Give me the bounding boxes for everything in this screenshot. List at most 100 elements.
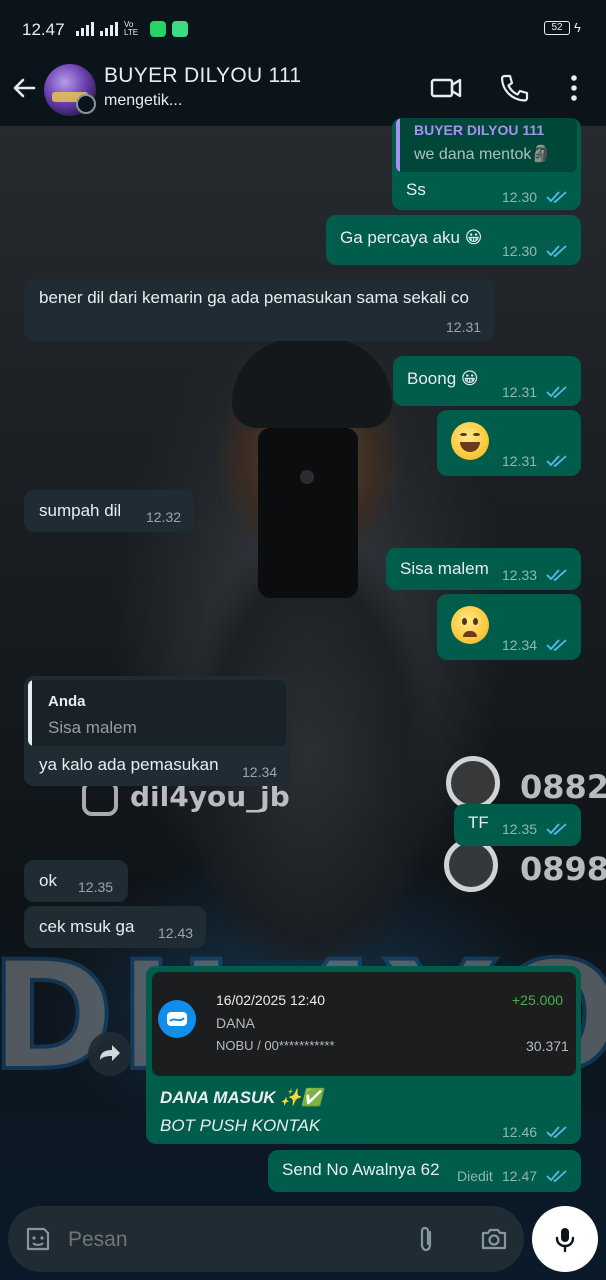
signal-icon <box>100 22 118 36</box>
message-text: Boong 😀 <box>407 369 479 388</box>
quote-text: we dana mentok🗿 <box>414 146 552 163</box>
chat-header: BUYER DILYOU 111 mengetik... <box>0 58 606 126</box>
message-text: ya kalo ada pemasukan <box>39 755 219 774</box>
message-incoming[interactable]: ok 12.35 <box>24 860 128 902</box>
quote-author: BUYER DILYOU 111 <box>414 122 545 138</box>
message-time: 12.31 <box>502 384 538 400</box>
video-call-icon[interactable] <box>428 70 464 106</box>
whatsapp-watermark-icon <box>444 838 498 892</box>
charging-icon: ϟ <box>574 20 581 35</box>
message-text: Ss <box>406 180 426 199</box>
message-text: Send No Awalnya 62 <box>282 1160 440 1179</box>
transaction-account: NOBU / 00*********** <box>216 1038 335 1053</box>
microphone-icon <box>555 1228 575 1253</box>
message-text: Sisa malem <box>400 559 489 578</box>
message-time: 12.32 <box>146 509 182 525</box>
message-outgoing-emoji[interactable]: 12.34 <box>437 594 581 660</box>
message-text: Ga percaya aku 😀 <box>340 228 483 247</box>
read-receipt-icon <box>546 455 567 468</box>
caption-title: DANA MASUK ✨✅ <box>160 1088 323 1107</box>
message-time: 12.33 <box>502 567 538 583</box>
message-outgoing[interactable]: Boong 😀 12.31 <box>393 356 581 406</box>
message-outgoing[interactable]: TF 12.35 <box>454 804 581 846</box>
quoted-message[interactable]: Anda Sisa malem <box>28 680 286 746</box>
voice-message-button[interactable] <box>532 1206 598 1272</box>
transaction-card[interactable]: 16/02/2025 12:40 +25.000 DANA NOBU / 00*… <box>152 972 576 1076</box>
message-time: 12.35 <box>78 879 114 895</box>
camera-icon[interactable] <box>478 1223 510 1255</box>
back-arrow-icon[interactable] <box>8 72 40 104</box>
read-receipt-icon <box>546 386 567 399</box>
battery-icon: 52 <box>544 21 570 35</box>
transaction-datetime: 16/02/2025 12:40 <box>216 992 325 1008</box>
message-time: 12.34 <box>502 637 538 653</box>
quote-bar <box>396 118 400 172</box>
contact-name[interactable]: BUYER DILYOU 111 <box>104 64 301 88</box>
whatsapp-notification-icon <box>150 21 166 37</box>
message-text: cek msuk ga <box>39 917 135 936</box>
message-time: 12.46 <box>502 1124 538 1140</box>
message-text: TF <box>468 813 489 832</box>
read-receipt-icon <box>546 245 567 258</box>
emoji-sticker-icon[interactable] <box>22 1223 54 1255</box>
message-time: 12.34 <box>242 764 278 780</box>
dana-logo-icon <box>158 1000 196 1038</box>
quoted-message[interactable]: BUYER DILYOU 111 we dana mentok🗿 <box>396 118 577 172</box>
read-receipt-icon <box>546 823 567 836</box>
read-receipt-icon <box>546 1126 567 1139</box>
message-text: sumpah dil <box>39 501 122 520</box>
transaction-wallet: DANA <box>216 1015 255 1031</box>
transaction-amount: +25.000 <box>512 992 563 1008</box>
message-outgoing[interactable]: BUYER DILYOU 111 we dana mentok🗿 Ss 12.3… <box>392 118 581 210</box>
message-time: 12.31 <box>502 453 538 469</box>
worried-emoji-icon <box>451 606 489 644</box>
status-bar: 12.47 Vo LTE 52 ϟ <box>0 0 606 58</box>
message-incoming[interactable]: bener dil dari kemarin ga ada pemasukan … <box>24 279 494 341</box>
message-incoming[interactable]: Anda Sisa malem ya kalo ada pemasukan 12… <box>24 676 290 786</box>
status-icons: Vo LTE <box>76 21 188 37</box>
watermark-phone-2: 08983 <box>520 850 606 888</box>
watermark-phone-1: 08820 <box>520 768 606 806</box>
signal-icon <box>76 22 94 36</box>
message-outgoing[interactable]: Ga percaya aku 😀 12.30 <box>326 215 581 265</box>
message-time: 12.47 <box>502 1168 538 1184</box>
quote-bar <box>28 680 32 746</box>
message-time: 12.31 <box>446 319 482 335</box>
attach-icon[interactable] <box>410 1223 442 1255</box>
app-notification-icon <box>172 21 188 37</box>
read-receipt-icon <box>546 639 567 652</box>
wallpaper-phone <box>258 428 358 598</box>
caption-subtitle: BOT PUSH KONTAK <box>160 1116 321 1135</box>
message-time: 12.35 <box>502 821 538 837</box>
message-outgoing[interactable]: Send No Awalnya 62 Diedit 12.47 <box>268 1150 581 1192</box>
forward-button[interactable] <box>88 1032 132 1076</box>
quote-author: Anda <box>48 693 86 710</box>
transaction-balance: 30.371 <box>526 1038 569 1054</box>
contact-status: mengetik... <box>104 92 183 109</box>
volte-icon: Vo LTE <box>124 20 139 37</box>
read-receipt-icon <box>546 1170 567 1183</box>
edited-label: Diedit <box>457 1168 493 1184</box>
message-text: ok <box>39 871 57 890</box>
message-outgoing-emoji[interactable]: 12.31 <box>437 410 581 476</box>
voice-call-icon[interactable] <box>496 70 532 106</box>
message-input[interactable] <box>66 1222 390 1258</box>
status-ring-icon <box>76 94 96 114</box>
message-compose-bar <box>8 1206 524 1272</box>
message-time: 12.30 <box>502 189 538 205</box>
message-time: 12.43 <box>158 925 194 941</box>
message-text: bener dil dari kemarin ga ada pemasukan … <box>39 288 469 307</box>
whatsapp-watermark-icon <box>446 756 500 810</box>
laughing-emoji-icon <box>451 422 489 460</box>
status-time: 12.47 <box>22 20 65 39</box>
wallpaper-phone-camera <box>300 470 314 484</box>
forward-icon <box>100 1045 120 1061</box>
message-incoming[interactable]: cek msuk ga 12.43 <box>24 906 206 948</box>
read-receipt-icon <box>546 191 567 204</box>
more-options-icon[interactable] <box>556 70 592 106</box>
quote-text: Sisa malem <box>48 718 137 737</box>
read-receipt-icon <box>546 569 567 582</box>
message-outgoing[interactable]: Sisa malem 12.33 <box>386 548 581 590</box>
message-incoming[interactable]: sumpah dil 12.32 <box>24 490 194 532</box>
message-time: 12.30 <box>502 243 538 259</box>
